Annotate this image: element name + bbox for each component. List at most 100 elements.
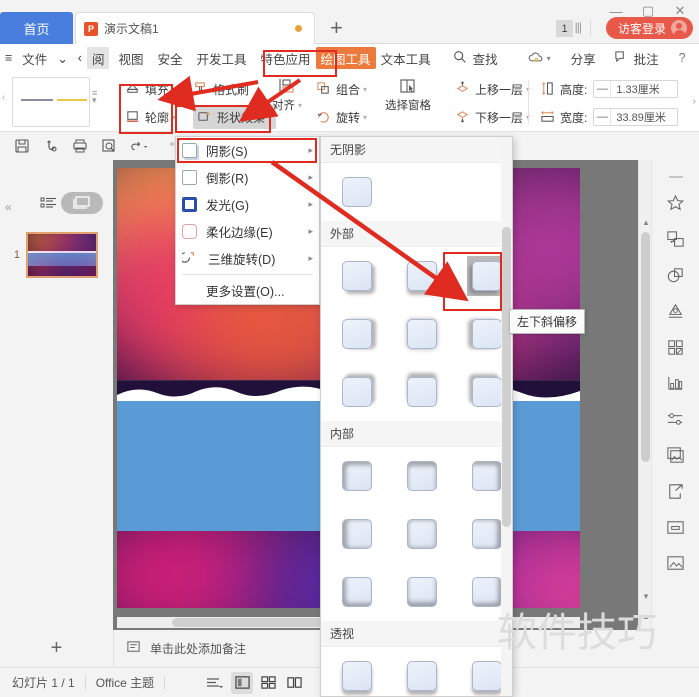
menu-item-more-settings[interactable]: 更多设置(O)... (176, 277, 319, 304)
vertical-scrollbar[interactable]: ▲ ▼ ▲ (638, 160, 651, 630)
menu-item-featured-apps[interactable]: 特色应用 (256, 47, 316, 69)
shadow-option-inner-left[interactable] (337, 514, 377, 554)
gallery-scrollbar-thumb[interactable] (502, 227, 511, 527)
menu-item-security[interactable]: 安全 (153, 47, 188, 69)
vertical-scrollbar-thumb[interactable] (641, 232, 650, 462)
menu-item-dev-tools[interactable]: 开发工具 (192, 47, 252, 69)
shadow-option-none[interactable] (337, 172, 377, 212)
shadow-option-inner-center[interactable] (402, 514, 442, 554)
undo-icon[interactable] (130, 138, 154, 155)
format-painter-button[interactable]: 格式刷 (193, 77, 276, 101)
shadow-option-outer-bottom[interactable] (402, 256, 442, 296)
fill-button[interactable]: 填充 ▾ (125, 77, 176, 101)
sparkle-icon[interactable] (665, 193, 686, 214)
style-gallery-more-button[interactable]: ≡ ▾ (92, 89, 97, 105)
print-icon[interactable] (72, 138, 89, 155)
slide-view-icon[interactable] (61, 192, 103, 214)
bring-forward-button[interactable]: 上移一层 ▾ (455, 77, 530, 101)
reading-view-icon[interactable] (283, 672, 305, 694)
save-icon[interactable] (14, 138, 31, 155)
chevron-down-icon[interactable]: ▾ (363, 113, 367, 122)
shadow-preview-icon (342, 519, 372, 549)
menu-item-3d-rotation[interactable]: 三维旋转(D) ▸ (176, 245, 319, 272)
shadow-option-outer-center[interactable] (402, 314, 442, 354)
sliders-icon[interactable] (665, 409, 686, 430)
width-input[interactable]: — 33.89厘米 (593, 108, 679, 126)
shadow-option-perspective-2[interactable] (402, 656, 442, 696)
theme-label[interactable]: Office 主题 (96, 674, 154, 691)
help-icon[interactable]: ? (674, 47, 691, 69)
add-slide-button[interactable]: + (0, 630, 113, 667)
shadow-option-inner-bottom[interactable] (402, 572, 442, 612)
cloud-sync-icon[interactable]: ▾ (523, 47, 556, 69)
width-decrement-button[interactable]: — (594, 109, 612, 125)
send-backward-button[interactable]: 下移一层 ▾ (455, 105, 530, 129)
image-gallery-icon[interactable] (665, 445, 686, 466)
menu-item-file[interactable]: 文件 (17, 47, 52, 69)
picture-icon[interactable] (665, 553, 686, 574)
chevron-down-icon[interactable]: ▾ (172, 113, 176, 122)
tab-scroll-left-icon[interactable]: ‹ (73, 47, 87, 69)
normal-view-icon[interactable] (231, 671, 254, 694)
hamburger-icon[interactable]: ≡ (0, 47, 17, 69)
undo-history-icon[interactable] (43, 138, 60, 155)
menu-item-drawing-tools[interactable]: 绘图工具 (315, 47, 376, 69)
chart-icon[interactable] (665, 373, 686, 394)
print-preview-icon[interactable] (101, 138, 118, 155)
box-icon[interactable] (665, 517, 686, 538)
menu-item-glow[interactable]: 发光(G) ▸ (176, 191, 319, 218)
menu-item-reflection[interactable]: 倒影(R) ▸ (176, 164, 319, 191)
shadow-option-inner-top[interactable] (402, 456, 442, 496)
shape-swap-icon[interactable] (665, 229, 686, 250)
style-gallery-prev-button[interactable]: ‹ (2, 92, 5, 103)
chevron-down-icon[interactable]: ▾ (298, 101, 302, 110)
menu-item-view[interactable]: 视图 (113, 47, 148, 69)
ribbon-scroll-right-icon[interactable]: › (693, 96, 696, 107)
scroll-up-icon[interactable]: ▲ (642, 218, 650, 227)
guest-login-button[interactable]: 访客登录 (605, 17, 693, 39)
chevron-down-icon[interactable]: ⌄ (52, 47, 72, 69)
slide-sorter-icon[interactable] (257, 672, 279, 694)
select-pane-button[interactable]: 选择窗格 (385, 77, 431, 113)
grid-icon[interactable] (665, 337, 686, 358)
outline-view-icon[interactable] (40, 195, 57, 212)
menu-item-soft-edge[interactable]: 柔化边缘(E) ▸ (176, 218, 319, 245)
shape-style-gallery[interactable] (12, 77, 90, 127)
shadow-option-outer-top[interactable] (402, 372, 442, 412)
share-button[interactable]: 分享 (566, 47, 601, 69)
height-input[interactable]: — 1.33厘米 (593, 80, 679, 98)
shadow-option-outer-right[interactable] (337, 314, 377, 354)
slide-thumbnail-preview[interactable] (26, 232, 98, 278)
align-button[interactable]: 对齐 ▾ (272, 77, 302, 113)
chevron-down-icon[interactable]: ▾ (268, 113, 272, 122)
collapse-pane-button[interactable]: « (5, 200, 12, 214)
shadow-preview-icon (342, 319, 372, 349)
shadow-option-outer-top-right[interactable] (337, 372, 377, 412)
shape-effects-button[interactable]: 形状效果 ▾ (193, 105, 277, 129)
shapes-icon[interactable] (665, 265, 686, 286)
chevron-down-icon[interactable]: ▾ (172, 85, 176, 94)
page-count-badge[interactable]: 1 (556, 20, 573, 37)
menu-item-read[interactable]: 阅 (86, 47, 110, 69)
new-tab-button[interactable]: + (330, 16, 343, 40)
rotate-button[interactable]: 旋转 ▾ (316, 105, 367, 129)
outline-button[interactable]: 轮廓 ▾ (125, 105, 176, 129)
height-decrement-button[interactable]: — (594, 81, 612, 97)
comment-button[interactable]: 批注 (609, 47, 664, 69)
shadow-option-outer-bottom-right[interactable] (337, 256, 377, 296)
shadow-option-perspective-1[interactable] (337, 656, 377, 696)
share-export-icon[interactable] (665, 481, 686, 502)
shadow-option-inner-top-left[interactable] (337, 456, 377, 496)
group-button[interactable]: 组合 ▾ (316, 77, 367, 101)
search-button[interactable]: 查找 (448, 47, 503, 69)
paragraph-icon[interactable] (203, 672, 225, 694)
home-tab[interactable]: 首页 (0, 12, 73, 44)
chevron-down-icon[interactable]: ▾ (363, 85, 367, 94)
menu-item-text-tools[interactable]: 文本工具 (376, 47, 436, 69)
more-options-icon[interactable]: ⋮ (691, 47, 699, 69)
menu-item-shadow[interactable]: 阴影(S) ▸ (176, 137, 319, 164)
text-art-icon[interactable] (665, 301, 686, 322)
slide-thumbnail-item[interactable]: 1 (10, 232, 98, 278)
shadow-option-inner-bottom-left[interactable] (337, 572, 377, 612)
document-tab-1[interactable]: P 演示文稿1 (75, 12, 315, 44)
